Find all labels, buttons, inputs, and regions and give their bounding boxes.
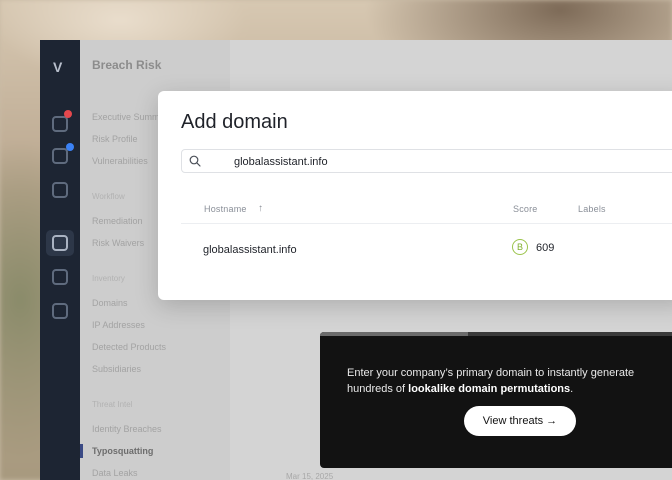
logo-icon: V <box>53 59 63 75</box>
promo-text-end: . <box>570 383 574 395</box>
alert-icon[interactable] <box>52 269 68 285</box>
nav-section-workflow: Workflow <box>92 192 125 201</box>
nav-item-risk-waivers[interactable]: Risk Waivers <box>92 238 144 248</box>
nav-item-domains[interactable]: Domains <box>92 298 128 308</box>
search-box[interactable] <box>181 149 672 173</box>
background-row-date: Mar 15, 2025 <box>286 472 334 480</box>
nav-item-subsidiaries[interactable]: Subsidiaries <box>92 364 141 374</box>
promo-tooltip: Enter your company’s primary domain to i… <box>320 332 672 468</box>
search-input[interactable] <box>234 154 634 169</box>
nav-active-indicator <box>80 444 83 458</box>
promo-text-bold: lookalike domain permutations <box>408 383 571 395</box>
list-icon[interactable] <box>52 148 68 164</box>
nav-section-inventory: Inventory <box>92 274 125 283</box>
help-icon[interactable] <box>52 182 68 198</box>
column-header-labels[interactable]: Labels <box>578 204 606 214</box>
nav-item-typosquatting[interactable]: Typosquatting <box>92 446 153 456</box>
table-row-hostname[interactable]: globalassistant.info <box>203 244 297 256</box>
promo-progress-fill <box>320 332 468 336</box>
info-badge <box>66 143 74 151</box>
nav-item-detected-products[interactable]: Detected Products <box>92 342 166 352</box>
icon-rail: V <box>40 40 80 480</box>
search-icon <box>189 155 201 167</box>
header-divider <box>181 223 672 224</box>
promo-progress-track <box>320 332 672 336</box>
grade-badge: B <box>512 239 528 255</box>
bell-icon[interactable] <box>52 116 68 132</box>
shield-icon[interactable] <box>52 303 68 319</box>
nav-item-risk-profile[interactable]: Risk Profile <box>92 134 138 144</box>
nav-item-data-leaks[interactable]: Data Leaks <box>92 468 138 478</box>
promo-text: Enter your company’s primary domain to i… <box>347 365 667 397</box>
nav-item-identity-breaches[interactable]: Identity Breaches <box>92 424 162 434</box>
column-header-score[interactable]: Score <box>513 204 538 214</box>
view-threats-button[interactable]: View threats → <box>464 406 576 436</box>
nav-title: Breach Risk <box>92 58 162 72</box>
notification-badge <box>64 110 72 118</box>
nav-section-threat-intel: Threat Intel <box>92 400 133 409</box>
nav-item-remediation[interactable]: Remediation <box>92 216 143 226</box>
add-domain-modal: Add domain Hostname ↑ Score Labels globa… <box>158 91 672 300</box>
sort-ascending-icon[interactable]: ↑ <box>258 203 263 214</box>
column-header-hostname[interactable]: Hostname <box>204 204 247 214</box>
nav-item-ip-addresses[interactable]: IP Addresses <box>92 320 145 330</box>
nav-item-vulnerabilities[interactable]: Vulnerabilities <box>92 156 148 166</box>
modal-title: Add domain <box>181 111 288 133</box>
score-value: 609 <box>536 242 555 254</box>
grid-icon[interactable] <box>52 235 68 251</box>
